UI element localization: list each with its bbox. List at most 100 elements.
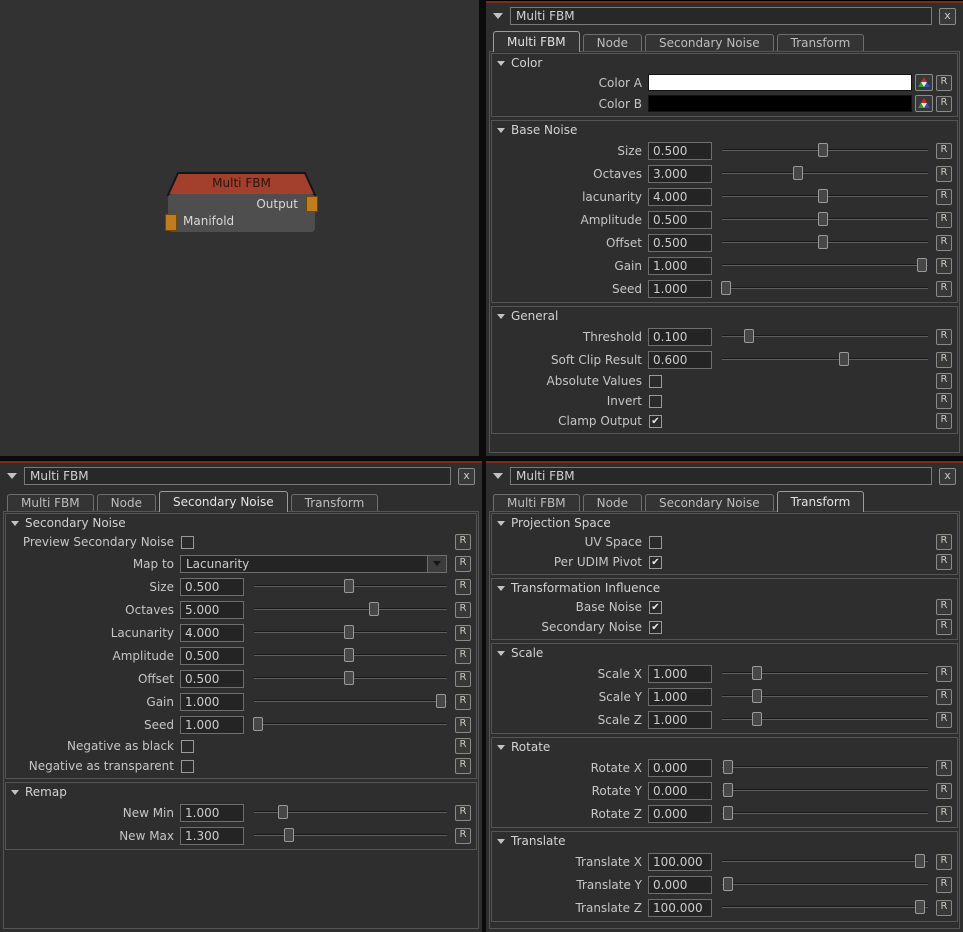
slider-track[interactable] (254, 723, 447, 725)
slider-handle[interactable] (723, 806, 733, 820)
slider-handle[interactable] (752, 712, 762, 726)
checkbox[interactable] (649, 395, 662, 408)
slider-handle[interactable] (752, 689, 762, 703)
slider-handle[interactable] (344, 671, 354, 685)
slider[interactable] (722, 280, 928, 297)
checkbox[interactable] (181, 740, 194, 753)
slider[interactable] (254, 693, 447, 710)
slider-track[interactable] (722, 766, 928, 768)
checkbox[interactable] (181, 536, 194, 549)
slider-handle[interactable] (723, 760, 733, 774)
slider-handle[interactable] (818, 189, 828, 203)
panel-title[interactable]: Multi FBM (510, 7, 932, 25)
reset-button[interactable]: R (455, 671, 471, 687)
section-header[interactable]: Translate (492, 832, 957, 850)
tab-node[interactable]: Node (583, 34, 642, 51)
reset-button[interactable]: R (936, 393, 952, 409)
slider-handle[interactable] (752, 666, 762, 680)
reset-button[interactable]: R (936, 212, 952, 228)
slider[interactable] (722, 711, 928, 728)
checkbox[interactable]: ✔ (649, 556, 662, 569)
value-field[interactable]: 1.300 (180, 827, 244, 845)
reset-button[interactable]: R (936, 189, 952, 205)
tab-node[interactable]: Node (97, 494, 156, 511)
slider-track[interactable] (722, 358, 928, 360)
section-header[interactable]: Secondary Noise (6, 514, 476, 532)
tab-multi-fbm[interactable]: Multi FBM (493, 494, 580, 511)
slider-handle[interactable] (344, 579, 354, 593)
section-collapse-icon[interactable] (497, 586, 505, 591)
reset-button[interactable]: R (455, 828, 471, 844)
slider[interactable] (722, 211, 928, 228)
section-header[interactable]: General (492, 307, 957, 325)
slider[interactable] (254, 804, 447, 821)
tab-transform[interactable]: Transform (291, 494, 379, 511)
section-collapse-icon[interactable] (497, 651, 505, 656)
slider-track[interactable] (254, 700, 447, 702)
reset-button[interactable]: R (936, 235, 952, 251)
tab-node[interactable]: Node (583, 494, 642, 511)
slider-handle[interactable] (721, 281, 731, 295)
section-collapse-icon[interactable] (11, 790, 19, 795)
color-picker-button[interactable] (915, 95, 933, 112)
value-field[interactable]: 1.000 (648, 688, 712, 706)
section-collapse-icon[interactable] (497, 314, 505, 319)
slider[interactable] (254, 827, 447, 844)
reset-button[interactable]: R (455, 648, 471, 664)
collapse-arrow-icon[interactable] (493, 473, 503, 479)
slider-handle[interactable] (723, 783, 733, 797)
section-header[interactable]: Transformation Influence (492, 579, 957, 597)
tab-multi-fbm[interactable]: Multi FBM (493, 31, 580, 52)
color-swatch[interactable] (648, 95, 912, 112)
section-collapse-icon[interactable] (497, 521, 505, 526)
slider-handle[interactable] (793, 166, 803, 180)
slider-handle[interactable] (284, 828, 294, 842)
slider-handle[interactable] (253, 717, 263, 731)
value-field[interactable]: 0.600 (648, 351, 712, 369)
slider-handle[interactable] (744, 329, 754, 343)
reset-button[interactable]: R (936, 373, 952, 389)
slider-handle[interactable] (818, 235, 828, 249)
slider-handle[interactable] (915, 900, 925, 914)
slider-track[interactable] (254, 834, 447, 836)
value-field[interactable]: 0.000 (648, 759, 712, 777)
value-field[interactable]: 5.000 (180, 601, 244, 619)
reset-button[interactable]: R (936, 352, 952, 368)
tab-multi-fbm[interactable]: Multi FBM (7, 494, 94, 511)
reset-button[interactable]: R (936, 258, 952, 274)
slider[interactable] (722, 876, 928, 893)
slider-handle[interactable] (344, 625, 354, 639)
slider-handle[interactable] (818, 212, 828, 226)
section-header[interactable]: Scale (492, 644, 957, 662)
reset-button[interactable]: R (455, 738, 471, 754)
section-collapse-icon[interactable] (497, 839, 505, 844)
slider[interactable] (722, 328, 928, 345)
slider-handle[interactable] (344, 648, 354, 662)
slider-track[interactable] (722, 883, 928, 885)
reset-button[interactable]: R (455, 579, 471, 595)
value-field[interactable]: 1.000 (180, 693, 244, 711)
slider-handle[interactable] (818, 143, 828, 157)
slider[interactable] (254, 670, 447, 687)
reset-button[interactable]: R (455, 758, 471, 774)
value-field[interactable]: 0.500 (180, 647, 244, 665)
reset-button[interactable]: R (936, 554, 952, 570)
section-header[interactable]: Color (492, 54, 957, 72)
reset-button[interactable]: R (455, 625, 471, 641)
slider[interactable] (254, 647, 447, 664)
slider[interactable] (722, 257, 928, 274)
value-field[interactable]: 100.000 (648, 899, 712, 917)
checkbox[interactable]: ✔ (649, 621, 662, 634)
value-field[interactable]: 0.000 (648, 876, 712, 894)
slider[interactable] (254, 578, 447, 595)
section-header[interactable]: Projection Space (492, 514, 957, 532)
reset-button[interactable]: R (936, 854, 952, 870)
slider[interactable] (722, 234, 928, 251)
node-graph-canvas[interactable]: Multi FBM Output Manifold (0, 0, 479, 456)
checkbox[interactable] (649, 536, 662, 549)
slider[interactable] (722, 759, 928, 776)
slider[interactable] (722, 188, 928, 205)
reset-button[interactable]: R (936, 534, 952, 550)
slider-track[interactable] (722, 812, 928, 814)
value-field[interactable]: 1.000 (180, 716, 244, 734)
